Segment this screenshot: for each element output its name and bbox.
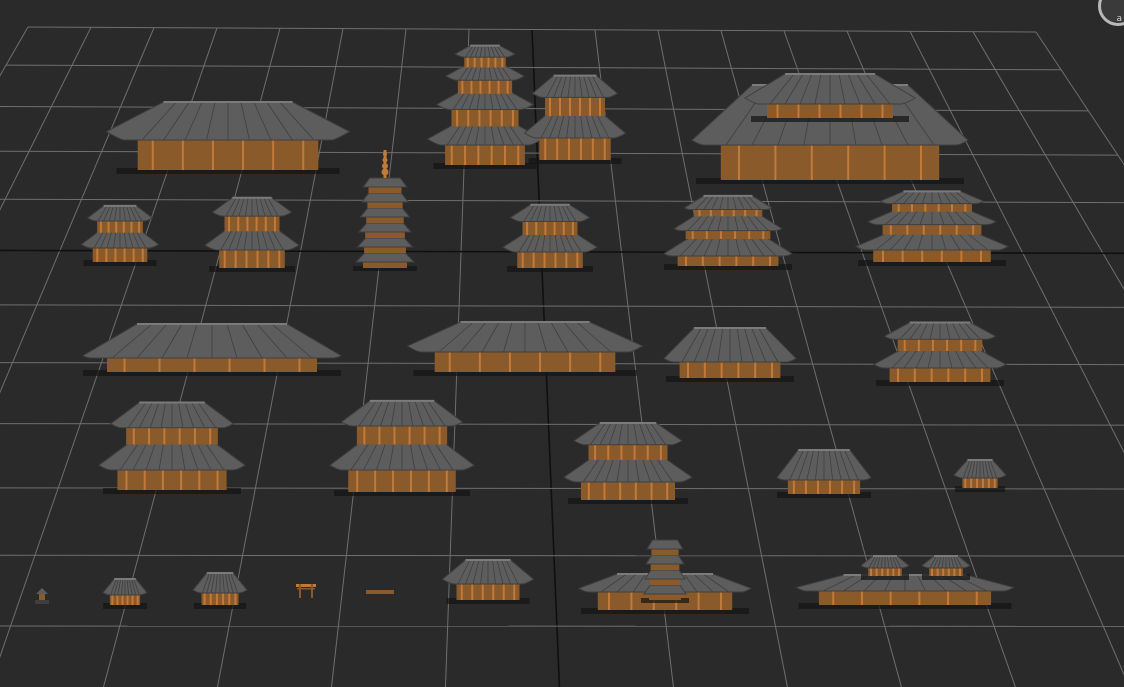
model-double-roof-hall-b[interactable]: [329, 399, 475, 496]
model-twin-roof-hall[interactable]: [872, 321, 1008, 386]
model-long-hall-steps[interactable]: [406, 321, 644, 376]
viewcube-label: a: [1116, 14, 1122, 24]
model-double-roof-hall-c[interactable]: [563, 421, 693, 504]
model-small-pavilion-1[interactable]: [80, 204, 160, 266]
model-great-hall-long[interactable]: [105, 101, 351, 174]
3d-scene[interactable]: [0, 0, 1124, 687]
grid-line: [0, 625, 1124, 627]
model-bench[interactable]: [366, 590, 394, 594]
viewport-perspective[interactable]: a: [0, 0, 1124, 687]
